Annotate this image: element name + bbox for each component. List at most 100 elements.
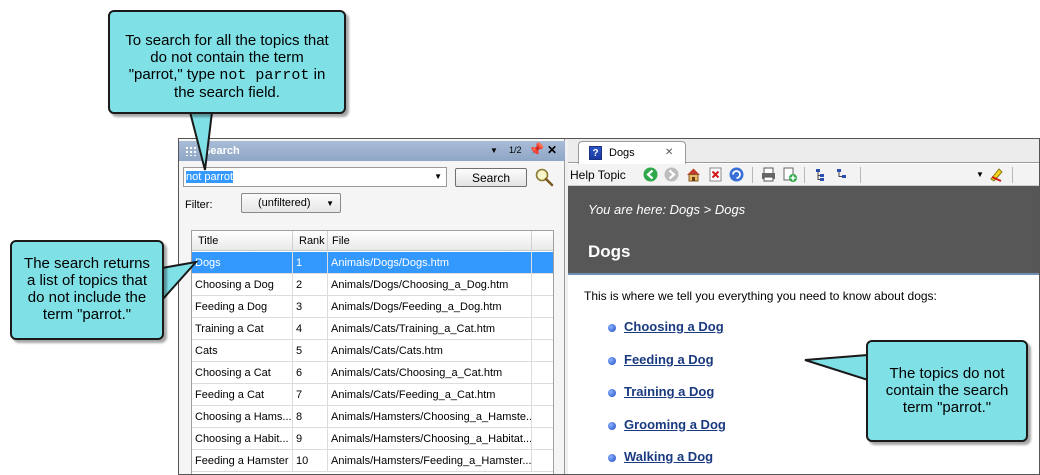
- stop-icon[interactable]: [707, 166, 724, 183]
- topic-link[interactable]: Training a Dog: [624, 384, 714, 399]
- print-icon[interactable]: [760, 166, 777, 183]
- callout-text: do not include the: [27, 289, 147, 306]
- callout-text: the search field.: [174, 84, 280, 101]
- cell-title: Choosing a Cat: [192, 362, 293, 384]
- breadcrumb[interactable]: You are here: Dogs > Dogs: [588, 202, 745, 217]
- tab-close-icon[interactable]: ✕: [665, 147, 673, 158]
- table-row[interactable]: Cats 5 Animals/Cats/Cats.htm: [192, 340, 553, 362]
- chevron-down-icon[interactable]: ▼: [326, 199, 334, 208]
- bullet-icon: [608, 421, 616, 430]
- pane-menu-dropdown-icon[interactable]: ▼: [490, 146, 498, 155]
- tab-strip: ? Dogs ✕: [568, 139, 1039, 164]
- table-row[interactable]: Choosing a Habit... 9 Animals/Hamsters/Cho…: [192, 428, 553, 450]
- search-results-table: Title Rank File Dogs 1 Animals/Dogs/Dogs.h…: [191, 230, 554, 474]
- help-toolbar: Help Topic ▼: [568, 164, 1039, 186]
- tab-dogs[interactable]: ? Dogs ✕: [578, 141, 686, 164]
- callout-text: The search returns: [24, 255, 150, 272]
- table-row[interactable]: Choosing a Cat 6 Animals/Cats/Choosing_a_C…: [192, 362, 553, 384]
- cell-spacer: [532, 362, 553, 384]
- topic-link[interactable]: Walking a Dog: [624, 449, 713, 464]
- callout-text: "parrot," type: [128, 66, 220, 83]
- callout-search-instructions: To search for all the topics that do not…: [108, 10, 346, 114]
- column-header-title[interactable]: Title: [192, 231, 293, 251]
- index-icon[interactable]: [834, 166, 851, 183]
- forward-icon[interactable]: [663, 166, 680, 183]
- table-row[interactable]: Feeding a Cat 7 Animals/Cats/Feeding_a_Cat…: [192, 384, 553, 406]
- search-input[interactable]: [186, 170, 416, 184]
- tab-label: Dogs: [609, 147, 635, 159]
- callout-text: The topics do not: [889, 365, 1005, 382]
- column-header-rank[interactable]: Rank: [293, 231, 328, 251]
- drag-grip-icon[interactable]: [185, 146, 197, 156]
- cell-rank: 8: [293, 406, 328, 428]
- cell-rank: 10: [293, 450, 328, 472]
- cell-rank: 4: [293, 318, 328, 340]
- home-icon[interactable]: [685, 166, 702, 183]
- cell-rank: 3: [293, 296, 328, 318]
- filter-select[interactable]: (unfiltered) ▼: [241, 193, 341, 213]
- cell-file: Animals/Hamsters/Choosing_a_Hamste...: [328, 406, 532, 428]
- table-row[interactable]: Feeding a Hamster 10 Animals/Hamsters/Feed…: [192, 450, 553, 472]
- search-button[interactable]: Search: [455, 168, 527, 187]
- intro-text: This is where we tell you everything you…: [584, 289, 937, 303]
- table-row[interactable]: Dogs 1 Animals/Dogs/Dogs.htm: [192, 252, 553, 274]
- chevron-down-icon[interactable]: ▼: [976, 170, 984, 179]
- callout-topics: The topics do not contain the search ter…: [866, 340, 1028, 442]
- cell-file: Animals/Cats/Feeding_a_Cat.htm: [328, 384, 532, 406]
- search-pane: Search ▼ 1/2 📌 ✕ ▼ Search Filter: (unfil…: [179, 139, 565, 474]
- callout-text: contain the search: [885, 382, 1009, 399]
- highlight-icon[interactable]: [988, 166, 1005, 183]
- table-row[interactable]: Training a Cat 4 Animals/Cats/Training_a_C…: [192, 318, 553, 340]
- page-indicator[interactable]: 1/2: [509, 145, 522, 155]
- callout-text: in: [309, 66, 326, 83]
- cell-spacer: [532, 274, 553, 296]
- cell-file: Animals/Hamsters/Feeding_a_Hamster....: [328, 450, 532, 472]
- toc-icon[interactable]: [813, 166, 830, 183]
- cell-spacer: [532, 340, 553, 362]
- cell-file: Animals/Hamsters/Choosing_a_Habitat...: [328, 428, 532, 450]
- table-row[interactable]: Choosing a Dog 2 Animals/Dogs/Choosing_a_D…: [192, 274, 553, 296]
- back-icon[interactable]: [642, 166, 659, 183]
- cell-spacer: [532, 296, 553, 318]
- cell-title: Feeding a Cat: [192, 384, 293, 406]
- cell-title: Choosing a Hams...: [192, 406, 293, 428]
- search-icon[interactable]: [533, 166, 555, 188]
- toolbar-separator: [804, 167, 805, 183]
- callout-text: a list of topics that: [26, 272, 148, 289]
- pin-icon[interactable]: 📌: [528, 142, 544, 158]
- cell-title: Choosing a Dog: [192, 274, 293, 296]
- callout-text: term "parrot.": [42, 306, 132, 323]
- bullet-icon: [608, 389, 616, 397]
- cell-file: Animals/Cats/Training_a_Cat.htm: [328, 318, 532, 340]
- cell-spacer: [532, 450, 553, 472]
- table-row[interactable]: Choosing a Hams... 8 Animals/Hamsters/Choo…: [192, 406, 553, 428]
- topic-link[interactable]: Grooming a Dog: [624, 417, 726, 432]
- cell-file: Animals/Dogs/Feeding_a_Dog.htm: [328, 296, 532, 318]
- cell-title: Feeding a Hamster: [192, 450, 293, 472]
- cell-title: Training a Cat: [192, 318, 293, 340]
- help-topic-icon: ?: [589, 146, 602, 160]
- refresh-icon[interactable]: [728, 166, 745, 183]
- close-icon[interactable]: ✕: [547, 143, 557, 157]
- toolbar-separator: [1012, 167, 1013, 183]
- cell-file: Animals/Cats/Cats.htm: [328, 340, 532, 362]
- search-combobox[interactable]: ▼: [183, 167, 447, 187]
- callout-text: do not contain the term: [150, 49, 304, 66]
- search-pane-title: Search: [203, 145, 240, 157]
- cell-spacer: [532, 384, 553, 406]
- search-pane-titlebar[interactable]: Search ▼ 1/2 📌 ✕: [179, 141, 565, 161]
- topic-link[interactable]: Feeding a Dog: [624, 352, 714, 367]
- chevron-down-icon[interactable]: ▼: [434, 172, 442, 181]
- callout-results: The search returns a list of topics that…: [10, 240, 164, 340]
- cell-spacer: [532, 428, 553, 450]
- cell-rank: 6: [293, 362, 328, 384]
- toolbar-label: Help Topic: [570, 168, 626, 182]
- divider: [568, 273, 1039, 275]
- add-topic-icon[interactable]: [781, 166, 798, 183]
- bullet-icon: [608, 324, 616, 332]
- table-row[interactable]: Feeding a Dog 3 Animals/Dogs/Feeding_a_Dog…: [192, 296, 553, 318]
- topic-link[interactable]: Choosing a Dog: [624, 319, 724, 334]
- column-header-file[interactable]: File: [328, 231, 532, 251]
- cell-rank: 9: [293, 428, 328, 450]
- cell-title: Dogs: [192, 252, 293, 274]
